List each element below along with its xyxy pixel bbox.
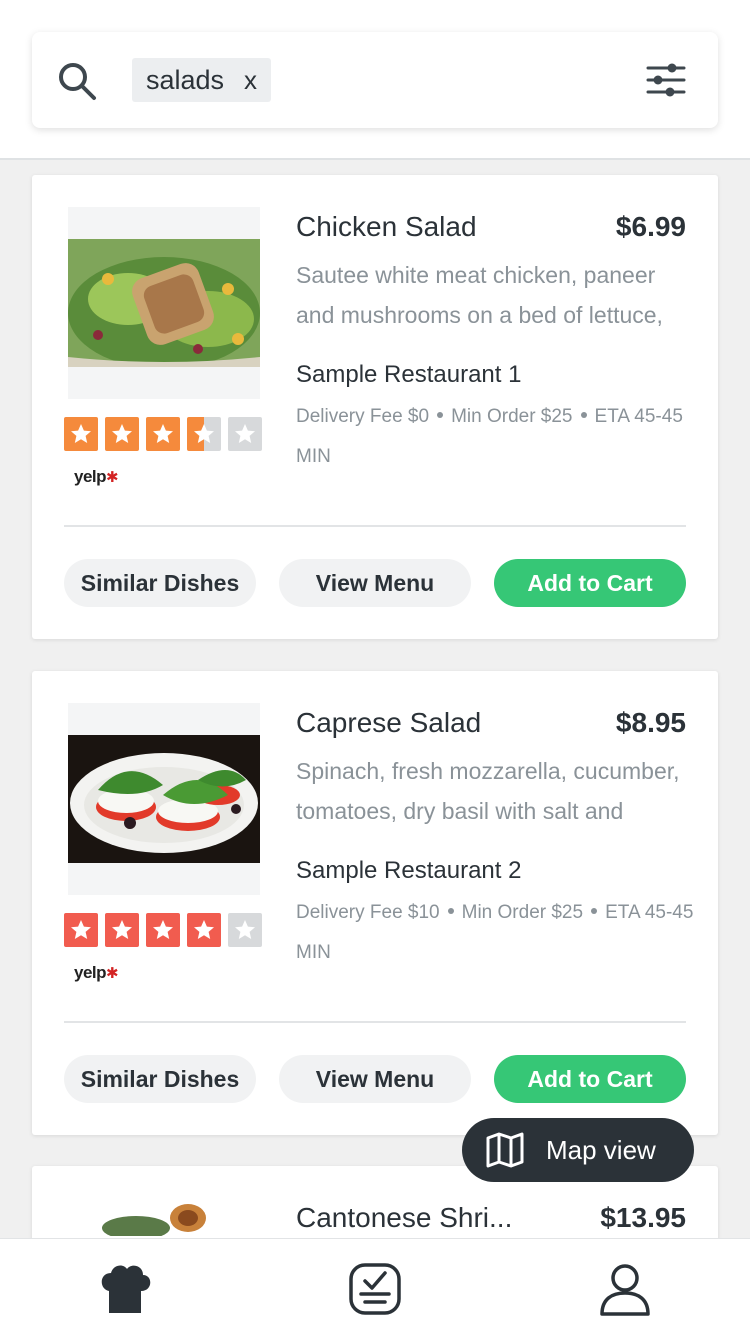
dish-card[interactable]: yelp✱ Caprese Salad $8.95 Spinach, fresh… xyxy=(32,671,718,1135)
dish-description: Sautee white meat chicken, paneer and mu… xyxy=(296,262,663,328)
star-full-icon xyxy=(146,913,180,947)
dish-description: Spinach, fresh mozzarella, cucumber, tom… xyxy=(296,758,680,824)
add-to-cart-button[interactable]: Add to Cart xyxy=(494,559,686,607)
dish-image xyxy=(96,1196,226,1236)
separator-dot xyxy=(437,412,444,419)
star-half-icon xyxy=(187,417,221,451)
star-empty-icon xyxy=(228,417,262,451)
star-full-icon xyxy=(187,913,221,947)
chef-hat-icon xyxy=(101,1265,151,1313)
search-chip-label: salads xyxy=(146,64,225,95)
nav-dishes[interactable] xyxy=(95,1259,155,1319)
search-chip: salads x xyxy=(132,58,272,102)
dish-title[interactable]: Cantonese Shri... xyxy=(296,1202,512,1234)
separator-dot xyxy=(447,908,454,915)
map-view-label: Map view xyxy=(546,1134,656,1165)
dish-image xyxy=(68,703,260,895)
remove-chip-button[interactable]: x xyxy=(244,65,257,96)
order-checklist-icon xyxy=(349,1263,401,1315)
dish-title[interactable]: Chicken Salad xyxy=(296,211,477,243)
dish-price: $13.95 xyxy=(600,1202,686,1233)
star-full-icon xyxy=(146,417,180,451)
map-icon xyxy=(486,1132,524,1168)
star-rating xyxy=(64,417,262,451)
separator-dot xyxy=(591,908,598,915)
dish-image xyxy=(68,207,260,399)
similar-dishes-button[interactable]: Similar Dishes xyxy=(64,1055,256,1103)
similar-dishes-button[interactable]: Similar Dishes xyxy=(64,559,256,607)
search-bar[interactable]: salads x xyxy=(32,32,718,128)
separator-dot xyxy=(580,412,587,419)
map-view-button[interactable]: Map view xyxy=(462,1118,694,1182)
dish-price: $6.99 xyxy=(615,211,686,242)
star-full-icon xyxy=(105,913,139,947)
delivery-fee: Delivery Fee $0 xyxy=(296,406,430,427)
divider xyxy=(64,525,686,527)
restaurant-name[interactable]: Sample Restaurant 2 xyxy=(296,857,521,885)
star-empty-icon xyxy=(228,913,262,947)
delivery-fee: Delivery Fee $10 xyxy=(296,902,440,923)
yelp-logo: yelp✱ xyxy=(74,467,119,486)
restaurant-name[interactable]: Sample Restaurant 1 xyxy=(296,361,521,389)
dish-card[interactable]: yelp✱ Chicken Salad $6.99 Sautee white m… xyxy=(32,175,718,639)
dish-price: $8.95 xyxy=(615,707,686,738)
yelp-logo: yelp✱ xyxy=(74,963,119,982)
filter-sliders-icon[interactable] xyxy=(646,60,686,100)
star-full-icon xyxy=(64,417,98,451)
star-rating xyxy=(64,913,262,947)
bottom-nav xyxy=(0,1238,750,1334)
nav-orders[interactable] xyxy=(345,1259,405,1319)
min-order: Min Order $25 xyxy=(461,902,584,923)
delivery-info: Delivery Fee $10 Min Order $25 ETA 45-45 M… xyxy=(296,893,696,973)
star-full-icon xyxy=(105,417,139,451)
dish-title[interactable]: Caprese Salad xyxy=(296,707,481,739)
nav-profile[interactable] xyxy=(595,1259,655,1319)
search-icon[interactable] xyxy=(56,60,98,102)
view-menu-button[interactable]: View Menu xyxy=(279,559,471,607)
header: salads x xyxy=(0,0,750,160)
view-menu-button[interactable]: View Menu xyxy=(279,1055,471,1103)
profile-icon xyxy=(600,1264,650,1316)
star-full-icon xyxy=(64,913,98,947)
delivery-info: Delivery Fee $0 Min Order $25 ETA 45-45 MI… xyxy=(296,397,696,477)
min-order: Min Order $25 xyxy=(451,406,573,427)
add-to-cart-button[interactable]: Add to Cart xyxy=(494,1055,686,1103)
divider xyxy=(64,1021,686,1023)
